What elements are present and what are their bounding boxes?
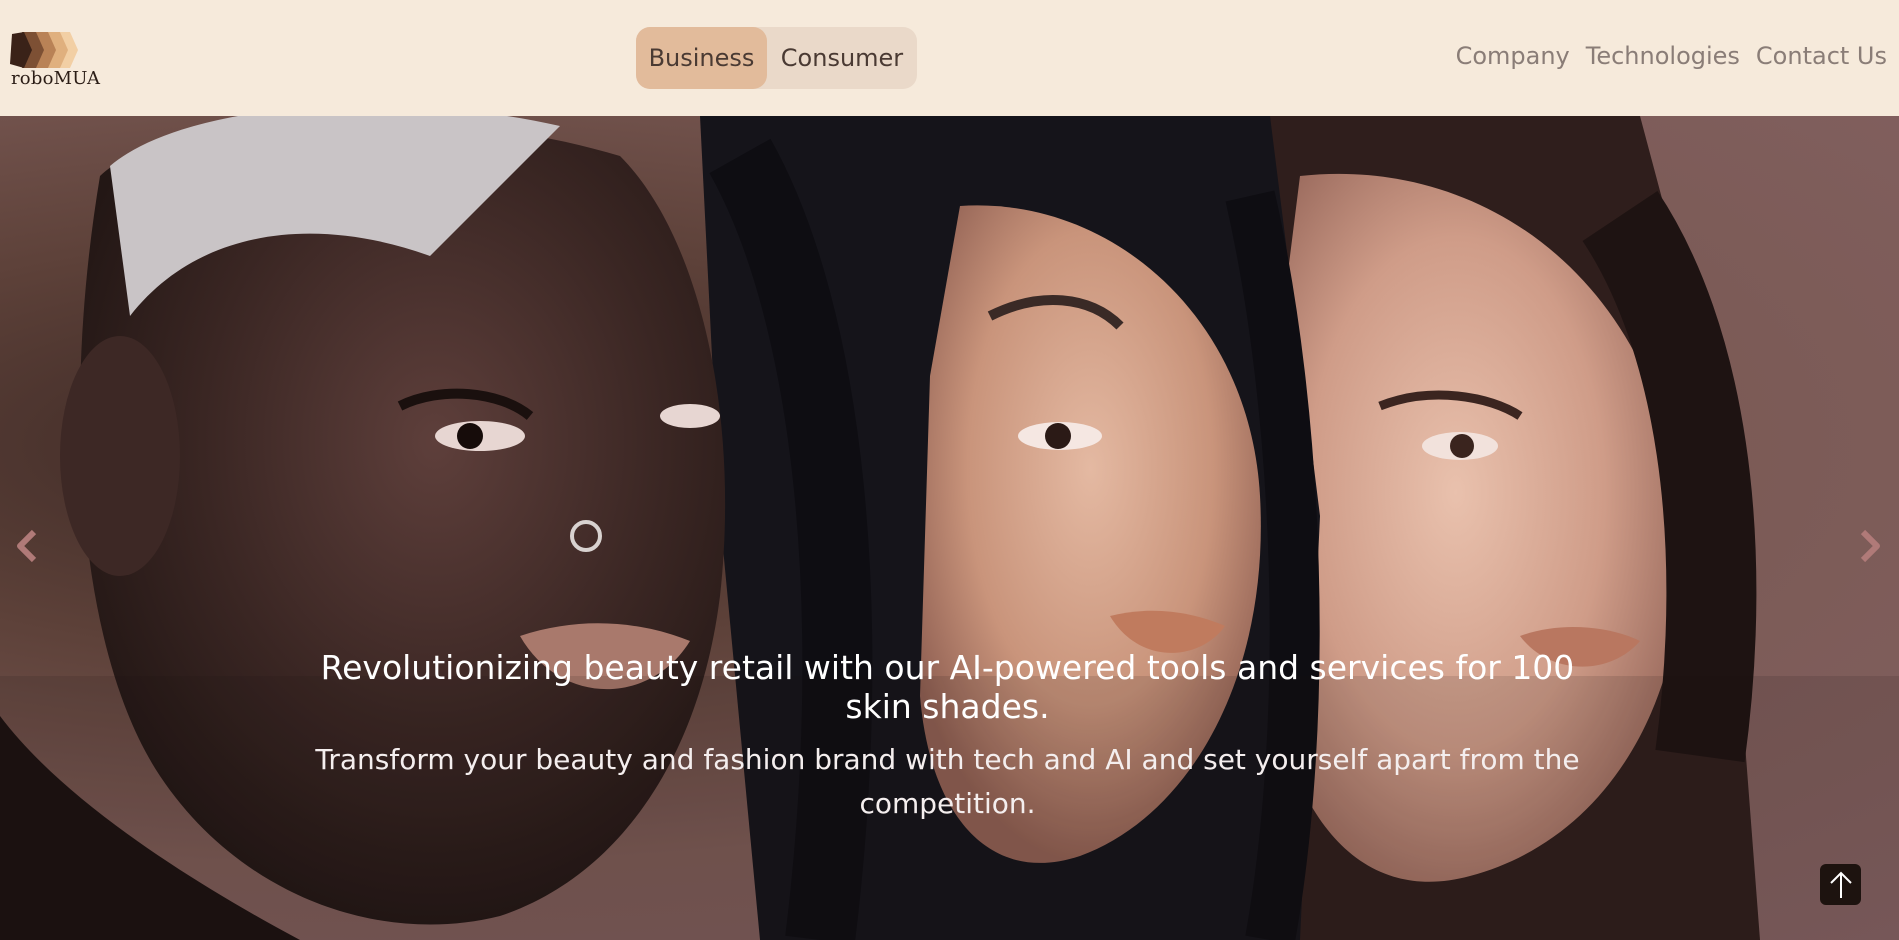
- chevron-right-icon: [1860, 529, 1880, 563]
- logo-shades-icon: [10, 32, 78, 68]
- consumer-tab[interactable]: Consumer: [767, 27, 917, 89]
- logo-text: roboMUA: [11, 68, 101, 89]
- carousel-next-button[interactable]: [1851, 516, 1891, 576]
- chevron-left-icon: [17, 529, 37, 563]
- main-nav: Company Technologies Contact Us: [1456, 42, 1887, 70]
- nav-company[interactable]: Company: [1456, 42, 1570, 70]
- hero-title: Revolutionizing beauty retail with our A…: [320, 648, 1575, 726]
- site-header: roboMUA Business Consumer Company Techno…: [0, 0, 1899, 116]
- carousel-prev-button[interactable]: [6, 516, 46, 576]
- scroll-to-top-button[interactable]: [1820, 864, 1861, 905]
- arrow-up-icon: [1829, 871, 1852, 898]
- nav-contact-us[interactable]: Contact Us: [1756, 42, 1887, 70]
- hero-subtitle: Transform your beauty and fashion brand …: [315, 743, 1580, 820]
- business-tab[interactable]: Business: [636, 27, 767, 89]
- audience-toggle: Business Consumer: [636, 27, 917, 89]
- brand-logo[interactable]: roboMUA: [8, 30, 100, 90]
- nav-technologies[interactable]: Technologies: [1586, 42, 1740, 70]
